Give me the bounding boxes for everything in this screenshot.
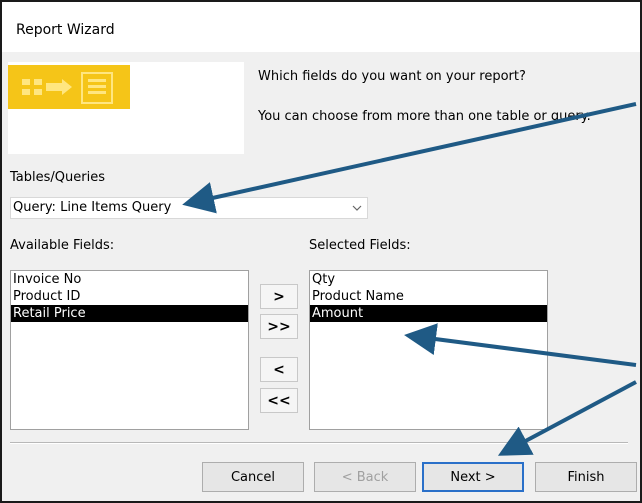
list-item[interactable]: Product Name — [310, 288, 547, 305]
cancel-button[interactable]: Cancel — [202, 462, 304, 492]
list-item-selected[interactable]: Retail Price — [11, 305, 248, 322]
footer-divider-highlight — [10, 443, 628, 444]
available-fields-label: Available Fields: — [10, 238, 115, 253]
window-title: Report Wizard — [16, 22, 115, 38]
add-all-fields-button[interactable]: >> — [260, 314, 298, 339]
list-item[interactable]: Qty — [310, 271, 547, 288]
next-button[interactable]: Next > — [422, 462, 524, 492]
chevron-down-icon[interactable] — [347, 198, 367, 218]
add-field-button[interactable]: > — [260, 284, 298, 309]
list-item[interactable]: Invoice No — [11, 271, 248, 288]
prompt-hint: You can choose from more than one table … — [258, 109, 591, 124]
list-item-selected[interactable]: Amount — [310, 305, 547, 322]
title-bar: Report Wizard — [2, 2, 640, 52]
list-item[interactable]: Product ID — [11, 288, 248, 305]
finish-button[interactable]: Finish — [535, 462, 637, 492]
available-fields-list[interactable]: Invoice No Product ID Retail Price — [10, 270, 249, 430]
report-wizard-dialog: Report Wizard Which fields do you want o… — [0, 0, 642, 503]
tables-queries-label: Tables/Queries — [10, 170, 105, 185]
selected-fields-list[interactable]: Qty Product Name Amount — [309, 270, 548, 430]
tables-queries-value: Query: Line Items Query — [13, 200, 172, 215]
remove-all-fields-button[interactable]: << — [260, 388, 298, 413]
back-button[interactable]: < Back — [314, 462, 416, 492]
wizard-graphic-icon — [8, 65, 130, 109]
remove-field-button[interactable]: < — [260, 357, 298, 382]
selected-fields-label: Selected Fields: — [309, 238, 411, 253]
tables-queries-select[interactable]: Query: Line Items Query — [10, 197, 368, 219]
prompt-question: Which fields do you want on your report? — [258, 69, 526, 84]
